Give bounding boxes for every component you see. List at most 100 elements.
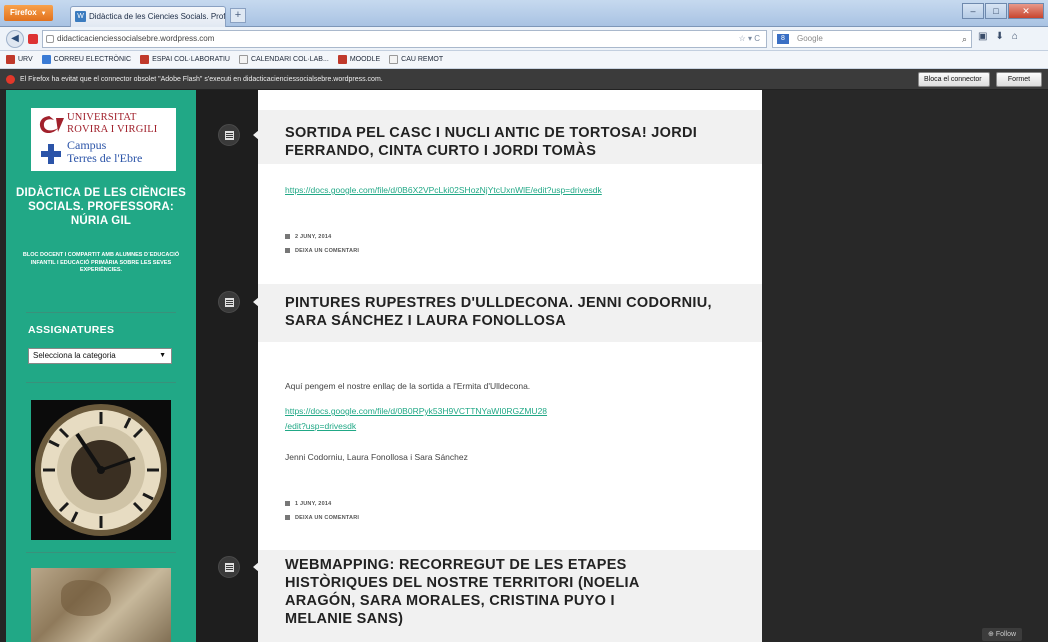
navigation-bar: ◀ didacticacienciessocialsebre.wordpress… xyxy=(0,27,1048,51)
post-intro: Aquí pengem el nostre enllaç de la sorti… xyxy=(285,381,531,391)
calendar-icon xyxy=(285,234,290,240)
site-identity-icon[interactable] xyxy=(46,35,54,43)
site-description: BLOC DOCENT I COMPARTIT AMB ALUMNES D´ED… xyxy=(22,252,180,273)
firefox-menu-label: Firefox xyxy=(10,8,37,17)
title-bar: Firefox ▼ W Didàctica de les Ciencies Soc… xyxy=(0,0,1048,27)
address-bar[interactable]: didacticacienciessocialsebre.wordpress.c… xyxy=(42,30,767,48)
post-authors: Jenni Codorniu, Laura Fonollosa i Sara S… xyxy=(285,452,468,462)
maximize-icon[interactable]: □ xyxy=(985,3,1007,19)
campus-cross-icon xyxy=(41,144,61,164)
back-arrow-icon[interactable]: ◀ xyxy=(6,30,24,48)
bookmark-label: ESPAI COL·LABORATIU xyxy=(152,56,230,63)
bookmark-icon xyxy=(140,55,150,64)
bookmark-espai[interactable]: ESPAI COL·LABORATIU xyxy=(140,55,230,64)
comment-text: DEIXA UN COMENTARI xyxy=(295,515,360,521)
right-background xyxy=(762,90,1048,642)
logo-line-2: ROVIRA I VIRGILI xyxy=(67,124,158,135)
post-title[interactable]: WEBMAPPING: RECORREGUT DE LES ETAPES HIS… xyxy=(285,556,685,628)
block-plugin-button[interactable]: Bloca el connector xyxy=(918,72,990,87)
firefox-menu-button[interactable]: Firefox ▼ xyxy=(4,5,53,21)
post-comment-link[interactable]: DEIXA UN COMENTARI xyxy=(285,247,359,255)
logo-line-1: UNIVERSITAT xyxy=(67,112,137,123)
new-tab-button[interactable]: + xyxy=(230,8,246,23)
bookmark-label: MOODLE xyxy=(349,56,381,63)
comment-icon xyxy=(285,515,290,521)
sidebar-divider xyxy=(26,382,176,383)
post-format-icon[interactable] xyxy=(218,556,240,578)
download-icon[interactable]: ⬇ xyxy=(995,31,1003,42)
post-comment-link[interactable]: DEIXA UN COMENTARI xyxy=(285,514,359,522)
post-date[interactable]: 2 JUNY, 2014 xyxy=(285,233,331,241)
minimize-icon[interactable]: – xyxy=(962,3,984,19)
bookmark-label: CORREU ELECTRÒNIC xyxy=(53,56,132,63)
bookmark-icon xyxy=(337,55,347,64)
comment-text: DEIXA UN COMENTARI xyxy=(295,248,360,254)
follow-button[interactable]: ⊕ Follow xyxy=(982,628,1023,641)
site-title[interactable]: DIDÀCTICA DE LES CIÈNCIES SOCIALS. PROFE… xyxy=(14,186,188,228)
close-window-icon[interactable]: ✕ xyxy=(1008,3,1044,19)
post-date-text: 2 JUNY, 2014 xyxy=(295,234,332,240)
notification-message: El Firefox ha evitat que el connector ob… xyxy=(20,76,383,83)
logo-terres-text: Terres de l'Ebre xyxy=(67,151,143,165)
bookmark-icon xyxy=(41,55,51,64)
bookmarks-icon[interactable]: ▣ xyxy=(978,31,987,42)
bookmark-correu[interactable]: CORREU ELECTRÒNIC xyxy=(41,55,132,64)
google-icon[interactable]: 8 xyxy=(777,34,789,44)
sidebar: UNIVERSITAT ROVIRA I VIRGILI Campus Terr… xyxy=(6,90,196,642)
warning-icon xyxy=(6,75,15,84)
post-date-text: 1 JUNY, 2014 xyxy=(295,501,332,507)
web-page: UNIVERSITAT ROVIRA I VIRGILI Campus Terr… xyxy=(0,90,1048,642)
post-format-glyph xyxy=(225,298,234,307)
toolbar-icons: ▣ ⬇ ⌂ xyxy=(978,31,1018,42)
bookmark-label: URV xyxy=(18,56,33,63)
post-format-glyph xyxy=(225,131,234,140)
clock-image[interactable] xyxy=(31,400,171,540)
widget-title-assignatures: ASSIGNATURES xyxy=(28,324,115,336)
window-controls: – □ ✕ xyxy=(961,3,1044,21)
university-logo[interactable]: UNIVERSITAT ROVIRA I VIRGILI Campus Terr… xyxy=(31,108,176,171)
bookmarks-bar: URV CORREU ELECTRÒNIC ESPAI COL·LABORATI… xyxy=(0,51,1048,69)
post-link[interactable]: https://docs.google.com/file/d/0B0RPyk53… xyxy=(285,405,547,418)
bookmark-label: CAU REMOT xyxy=(401,56,444,63)
post-format-glyph xyxy=(225,563,234,572)
bookmark-moodle[interactable]: MOODLE xyxy=(337,55,381,64)
post-title[interactable]: SORTIDA PEL CASC I NUCLI ANTIC DE TORTOS… xyxy=(285,124,755,160)
bookmark-label: CALENDARI COL·LAB... xyxy=(251,56,329,63)
post-link-continued[interactable]: /edit?usp=drivesdk xyxy=(285,420,356,433)
post-format-icon[interactable] xyxy=(218,291,240,313)
close-notification-button[interactable]: Formet xyxy=(996,72,1042,87)
category-select-value: Selecciona la categoria xyxy=(33,351,116,360)
wordpress-icon: W xyxy=(75,11,86,22)
post-date[interactable]: 1 JUNY, 2014 xyxy=(285,500,331,508)
home-button-icon[interactable]: ⌂ xyxy=(1012,31,1018,42)
browser-tab[interactable]: W Didàctica de les Ciencies Socials. Pro… xyxy=(70,6,226,27)
post-link[interactable]: https://docs.google.com/file/d/0B6X2VPcL… xyxy=(285,184,602,197)
comment-icon xyxy=(285,248,290,254)
bookmark-icon xyxy=(239,55,248,64)
home-icon[interactable] xyxy=(28,34,38,44)
caret-down-icon: ▼ xyxy=(40,11,47,17)
bookmark-cau[interactable]: CAU REMOT xyxy=(389,55,443,64)
category-select[interactable]: Selecciona la categoria ▼ xyxy=(28,348,172,364)
browser-window: Firefox ▼ W Didàctica de les Ciencies Soc… xyxy=(0,0,1048,642)
tab-title: Didàctica de les Ciencies Socials. Profe… xyxy=(89,12,226,21)
chevron-down-icon: ▼ xyxy=(159,352,166,359)
reload-icon[interactable]: ☆ ▾ C xyxy=(739,31,760,47)
bookmark-icon xyxy=(6,55,15,64)
sidebar-divider xyxy=(26,312,176,313)
bookmark-calendari[interactable]: CALENDARI COL·LAB... xyxy=(239,55,329,64)
clock-icon xyxy=(31,400,171,540)
calendar-icon xyxy=(285,501,290,507)
follow-label: Follow xyxy=(995,631,1017,638)
plugin-notification-bar: El Firefox ha evitat que el connector ob… xyxy=(0,69,1048,90)
search-bar[interactable]: 8 Google ⌕ xyxy=(772,30,972,48)
urv-logo-icon xyxy=(39,116,64,134)
search-icon[interactable]: ⌕ xyxy=(962,31,967,47)
post-format-icon[interactable] xyxy=(218,124,240,146)
url-text: didacticacienciessocialsebre.wordpress.c… xyxy=(57,34,215,43)
logo-university-text: UNIVERSITAT ROVIRA I VIRGILI xyxy=(67,112,158,136)
map-image[interactable] xyxy=(31,568,171,642)
bookmark-urv[interactable]: URV xyxy=(6,55,33,64)
post-title[interactable]: PINTURES RUPESTRES D'ULLDECONA. JENNI CO… xyxy=(285,294,755,330)
search-placeholder: Google xyxy=(797,34,823,43)
